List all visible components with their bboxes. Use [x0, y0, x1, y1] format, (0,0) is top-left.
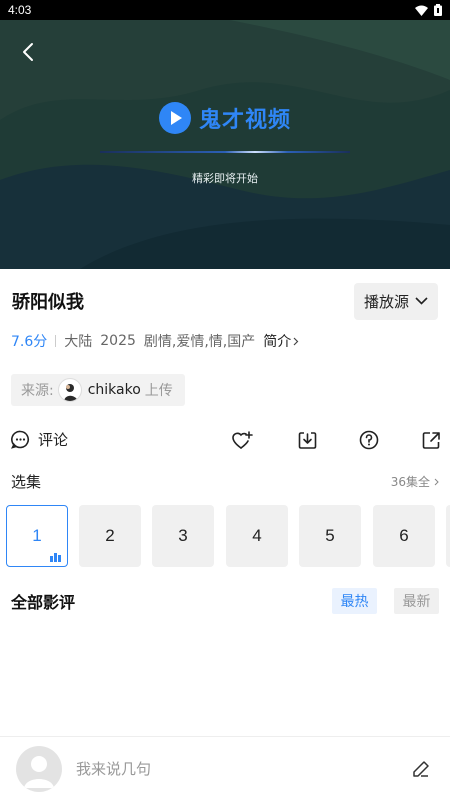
- video-title: 骄阳似我: [12, 292, 84, 313]
- default-avatar-icon: [24, 755, 54, 788]
- back-arrow-icon: [23, 43, 33, 61]
- share-button[interactable]: [420, 429, 442, 451]
- intro-label: 简介: [263, 334, 292, 350]
- episode-number: 6: [399, 526, 409, 545]
- sort-hot-button[interactable]: 最热: [332, 588, 377, 614]
- comment-button[interactable]: 评论: [11, 429, 68, 450]
- heart-plus-icon: [231, 430, 253, 449]
- uploader-label: 来源:: [21, 383, 54, 399]
- episode-item[interactable]: 6: [373, 505, 435, 567]
- episode-item[interactable]: 1: [6, 505, 68, 567]
- episode-item[interactable]: 5: [299, 505, 361, 567]
- uploader-tag[interactable]: 来源: chikako 上传: [11, 374, 185, 406]
- episode-number: 2: [105, 526, 115, 545]
- uploader-name: chikako: [87, 382, 141, 398]
- chevron-right-icon: [293, 337, 299, 345]
- brand-name: 鬼才视频: [198, 107, 291, 132]
- sort-new-button[interactable]: 最新: [394, 588, 439, 614]
- episodes-all-link[interactable]: 36集全: [391, 473, 439, 490]
- wifi-icon: [415, 5, 428, 16]
- episodes-total: 36集全: [390, 475, 430, 489]
- download-button[interactable]: [296, 429, 318, 451]
- reviews-sort: 最热 最新: [332, 588, 439, 614]
- uploader-action: 上传: [144, 383, 173, 399]
- status-time: 4:03: [8, 3, 32, 17]
- reviews-label: 全部影评: [11, 593, 76, 612]
- download-icon: [298, 431, 316, 449]
- episode-item-partial[interactable]: [446, 505, 450, 567]
- write-comment-button[interactable]: [410, 758, 432, 780]
- year: 2025: [100, 333, 136, 349]
- reviews-header: 全部影评 最热 最新: [11, 588, 439, 614]
- play-source-button[interactable]: 播放源: [353, 282, 438, 320]
- episodes-label: 选集: [11, 473, 42, 491]
- episode-item[interactable]: 2: [79, 505, 141, 567]
- playing-bars-icon: [50, 553, 61, 562]
- play-logo-icon: [158, 102, 191, 134]
- comment-bar: 我来说几句: [0, 736, 450, 800]
- title-row: 骄阳似我 播放源: [0, 282, 450, 320]
- pencil-icon: [413, 760, 429, 777]
- help-button[interactable]: [358, 429, 380, 451]
- divider: [55, 335, 57, 347]
- episode-item[interactable]: 4: [226, 505, 288, 567]
- episode-item[interactable]: 3: [152, 505, 214, 567]
- intro-link[interactable]: 简介: [263, 331, 299, 351]
- chevron-down-icon: [415, 297, 428, 305]
- battery-icon: [434, 4, 442, 16]
- loading-text: 精彩即将开始: [192, 172, 258, 185]
- episode-number: 1: [32, 526, 42, 545]
- action-row: 评论: [0, 426, 450, 456]
- comment-icon: [11, 430, 29, 449]
- genres: 剧情,爱情,情,国产: [143, 334, 256, 350]
- player-brand: 鬼才视频: [0, 102, 450, 134]
- share-icon: [422, 431, 440, 449]
- episode-number: 4: [252, 526, 262, 545]
- video-player[interactable]: 鬼才视频 精彩即将开始: [0, 20, 450, 269]
- video-background: [0, 20, 450, 269]
- comment-input[interactable]: 我来说几句: [76, 758, 410, 779]
- episode-number: 3: [178, 526, 188, 545]
- comment-label: 评论: [38, 431, 69, 449]
- uploader-avatar: [57, 378, 82, 402]
- loading-bar: [100, 151, 350, 153]
- question-icon: [359, 430, 379, 450]
- episode-number: 5: [325, 526, 335, 545]
- rating-score: 7.6分: [11, 334, 48, 350]
- favorite-button[interactable]: [231, 429, 253, 451]
- status-bar: 4:03: [0, 0, 450, 20]
- back-button[interactable]: [16, 40, 40, 64]
- video-meta: 7.6分 大陆 2025 剧情,爱情,情,国产 简介: [11, 330, 299, 352]
- episodes-header: 选集 36集全: [11, 471, 439, 492]
- chevron-right-icon: [434, 478, 439, 485]
- user-avatar[interactable]: [16, 745, 62, 792]
- play-source-label: 播放源: [363, 292, 409, 311]
- region: 大陆: [64, 334, 93, 350]
- status-icons: [415, 4, 442, 16]
- episode-list[interactable]: 1 2 3 4 5 6: [6, 505, 450, 567]
